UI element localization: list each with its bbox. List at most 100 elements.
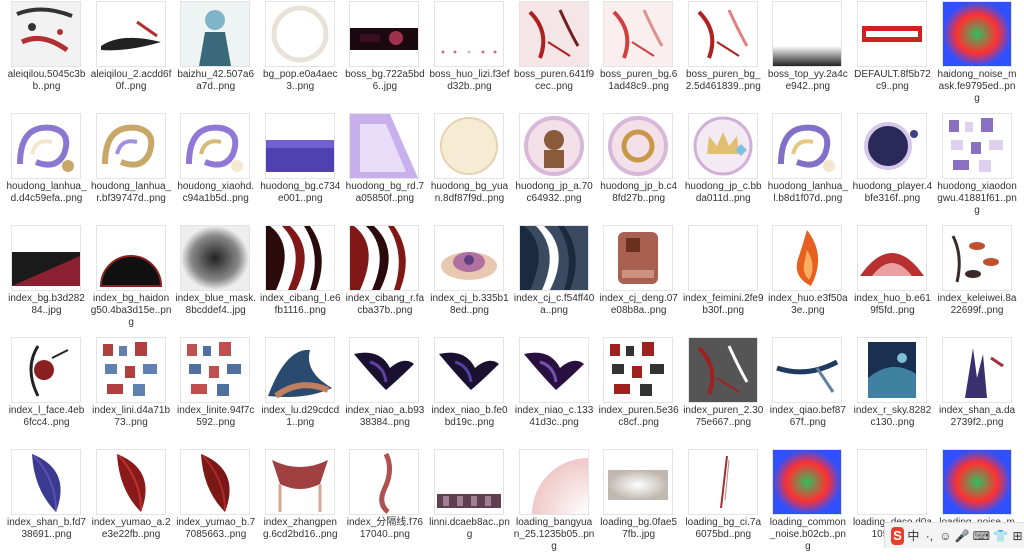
file-name: index_yumao_a.2e3e22fb..png [91,517,171,540]
file-name: index_qiao.bef8767f..png [769,405,846,428]
logo-text-thumb [857,2,926,66]
red-ink-thumb [688,338,757,402]
file-item[interactable]: index_bg.b3d28284..jpg [4,224,89,336]
file-item[interactable]: index_lini.d4a71b73..png [89,336,174,448]
file-name: index_linite.94f7c592..png [177,405,255,428]
file-name: index_puren_2.3075e667..png [683,405,764,428]
file-item[interactable]: index_feimini.2fe9b30f..png [681,224,766,336]
file-item[interactable]: index_shan_b.fd738691..png [4,448,89,560]
file-name: index_keleiwei.8a22699f..png [937,293,1017,316]
file-item[interactable]: boss_puren.641f9cec..png [512,0,597,112]
swirl-thumb [12,114,80,178]
file-item[interactable]: aleiqilou.5045c3bb..png [4,0,89,112]
ime-lang-toggle[interactable]: 中 [907,527,920,545]
file-item[interactable]: boss_puren_bg.61ad48c9..png [596,0,681,112]
file-item[interactable]: huodong_jp_c.bbda011d..png [681,112,766,224]
file-item[interactable]: index_分隔线.f7617040..png [342,448,427,560]
file-name: index_cibang_l.e6fb1116..png [259,293,341,316]
file-item[interactable]: houdong_xiaohd.c94a1b5d..png [173,112,258,224]
keyboard-icon[interactable]: ⌨ [973,527,990,545]
file-item[interactable]: houdong_lanhua_d.d4c59efa..png [4,112,89,224]
file-name: index_cj_b.335b18ed..png [430,293,509,316]
sogou-ime-icon[interactable]: S [891,526,904,545]
file-name: houdong_xiaohd.c94a1b5d..png [177,181,255,204]
file-item[interactable]: huodong_player.4bfe316f..png [850,112,935,224]
skin-icon[interactable]: 👕 [993,527,1008,545]
thin-line-thumb [688,450,757,514]
file-item[interactable]: index_shan_a.da2739f2..png [935,336,1020,448]
cloud-mask-thumb [181,226,250,290]
ime-toolbar: S 中 ·, ☺ 🎤 ⌨ 👕 ⊞ [884,522,1024,548]
file-name: index_huo_b.e619f5fd..png [854,293,931,316]
file-item[interactable]: linni.dcaeb8ac..png [427,448,512,560]
file-name: index_shan_b.fd738691..png [7,517,86,540]
file-name: loading_bg.0fae57fb..jpg [600,517,678,540]
file-item[interactable]: index_huo_b.e619f5fd..png [850,224,935,336]
file-item[interactable]: aleiqilou_2.acdd6f0f..png [89,0,174,112]
file-item[interactable]: index_keleiwei.8a22699f..png [935,224,1020,336]
badge-portrait-thumb [519,114,588,178]
blank-thumb [688,226,757,290]
file-name: index_niao_a.b9338384..png [345,405,425,428]
file-item[interactable]: huodong_bg.c734e001..png [258,112,343,224]
file-item[interactable]: index_bg_haidong50.4ba3d15e..png [89,224,174,336]
file-item[interactable]: loading_common_noise.b02cb..png [765,448,850,560]
file-name: index_puren.5e36c8cf..png [598,405,679,428]
punctuation-icon[interactable]: ·, [923,527,936,545]
file-name: index_cibang_r.facba37b..png [345,293,425,316]
file-name: index_niao_b.fe0bd19c..png [431,405,508,428]
file-item[interactable]: huodong_bg_yuan.8df87f9d..png [427,112,512,224]
file-item[interactable]: index_niao_c.13341d3c..png [512,336,597,448]
file-item[interactable]: huodong_xiaodongwu.41881f61..png [935,112,1020,224]
microphone-icon[interactable]: 🎤 [955,527,970,545]
file-item[interactable]: loading_bg.0fae57fb..jpg [596,448,681,560]
dark-banner-thumb [350,2,419,66]
light-burst-thumb [604,450,673,514]
file-item[interactable]: index_zhangpeng.6cd2bd16..png [258,448,343,560]
red-ink-thumb [604,2,673,66]
file-item[interactable]: index_blue_mask.8bcddef4..jpg [173,224,258,336]
file-item[interactable]: boss_huo_lizi.f3efd32b..png [427,0,512,112]
file-item[interactable]: index_r_sky.8282c130..png [850,336,935,448]
file-item[interactable]: boss_bg.722a5bd6..jpg [342,0,427,112]
blank-thumb [857,450,926,514]
file-item[interactable]: houdong_lanhua_r.bf39747d..png [89,112,174,224]
file-item[interactable]: index_puren.5e36c8cf..png [596,336,681,448]
file-item[interactable]: haidong_noise_mask.fe9795ed..png [935,0,1020,112]
file-item[interactable]: baizhu_42.507a6a7d..png [173,0,258,112]
file-item[interactable]: index_lu.d29cdcd1..png [258,336,343,448]
file-item[interactable]: huodong_lanhua_l.b8d1f07d..png [765,112,850,224]
file-name: bg_pop.e0a4aec3..png [263,69,338,92]
file-item[interactable]: loading_bangyuan_25.1235b05..png [512,448,597,560]
file-item[interactable]: index_niao_b.fe0bd19c..png [427,336,512,448]
file-item[interactable]: index_yumao_a.2e3e22fb..png [89,448,174,560]
file-item[interactable]: index_niao_a.b9338384..png [342,336,427,448]
file-item[interactable]: index_cj_b.335b18ed..png [427,224,512,336]
file-item[interactable]: index_linite.94f7c592..png [173,336,258,448]
emoji-icon[interactable]: ☺ [939,527,952,545]
file-name: index_lini.d4a71b73..png [92,405,171,428]
file-item[interactable]: huodong_jp_b.c48fd27b..png [596,112,681,224]
divider-thumb [350,450,419,514]
feather-thumb [96,450,165,514]
file-item[interactable]: index_huo.e3f50a3e..png [765,224,850,336]
file-item[interactable]: index_cibang_r.facba37b..png [342,224,427,336]
file-item[interactable]: boss_puren_bg_2.5d461839..png [681,0,766,112]
file-name: index_feimini.2fe9b30f..png [682,293,764,316]
file-item[interactable]: index_qiao.bef8767f..png [765,336,850,448]
file-item[interactable]: index_puren_2.3075e667..png [681,336,766,448]
file-item[interactable]: huodong_jp_a.70c64932..png [512,112,597,224]
toolbox-icon[interactable]: ⊞ [1011,527,1024,545]
file-item[interactable]: index_cj_deng.07e08b8a..png [596,224,681,336]
file-item[interactable]: index_yumao_b.77085663..png [173,448,258,560]
file-name: huodong_jp_b.c48fd27b..png [600,181,678,204]
file-name: boss_puren_bg.61ad48c9..png [600,69,678,92]
file-item[interactable]: index_cj_c.f54ff40a..png [512,224,597,336]
file-item[interactable]: index_cibang_l.e6fb1116..png [258,224,343,336]
file-item[interactable]: boss_top_yy.2a4ce942..png [765,0,850,112]
file-item[interactable]: bg_pop.e0a4aec3..png [258,0,343,112]
file-item[interactable]: DEFAULT.8f5b72c9..png [850,0,935,112]
file-item[interactable]: huodong_bg_rd.7a05850f..png [342,112,427,224]
file-item[interactable]: index_l_face.4eb6fcc4..png [4,336,89,448]
file-item[interactable]: loading_bg_ci.7a6075bd..png [681,448,766,560]
